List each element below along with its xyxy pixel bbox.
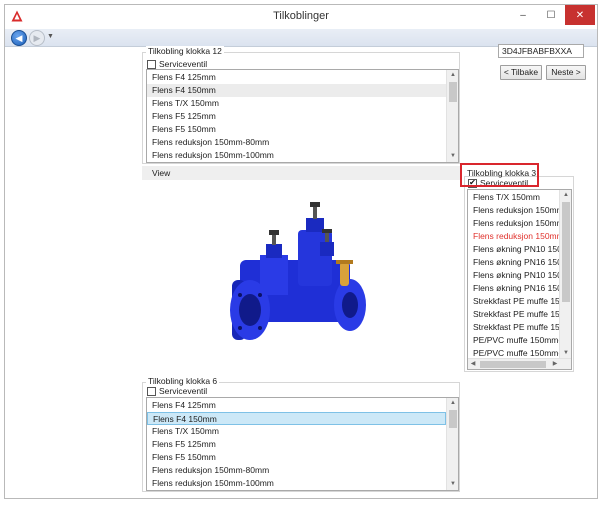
view-panel-header: View: [142, 166, 460, 180]
right-list-hscrollbar[interactable]: ◀ ▶: [468, 358, 571, 369]
list-item[interactable]: Flens F4 125mm: [147, 71, 446, 84]
top-list-scrollbar[interactable]: ▲ ▼: [446, 70, 458, 162]
valve-3d-view[interactable]: [220, 200, 380, 360]
top-service-checkbox[interactable]: [147, 59, 156, 69]
right-list-scrollbar[interactable]: ▲ ▼: [559, 190, 571, 359]
list-item[interactable]: Flens F5 150mm: [147, 451, 446, 464]
list-item[interactable]: Flens T/X 150mm: [147, 97, 446, 110]
bottom-list-scroll-thumb[interactable]: [449, 410, 457, 428]
list-item[interactable]: Flens F5 150mm: [147, 123, 446, 136]
list-item[interactable]: Flens økning PN16 150mm-200mm: [468, 256, 560, 269]
list-item[interactable]: Flens reduksjon 150mm-125mm: [468, 230, 560, 243]
list-item[interactable]: Flens reduksjon 150mm-80mm: [147, 136, 446, 149]
list-item[interactable]: Strekkfast PE muffe 150mm-140mm: [468, 295, 560, 308]
list-item[interactable]: Flens T/X 150mm: [147, 425, 446, 438]
scroll-right-icon[interactable]: ▶: [550, 359, 560, 369]
minimize-button[interactable]: –: [509, 5, 537, 25]
nav-forward-button[interactable]: ▶: [29, 30, 45, 46]
list-item[interactable]: Flens økning PN16 150mm-250mm: [468, 282, 560, 295]
list-item[interactable]: Flens F5 125mm: [147, 438, 446, 451]
right-connection-list[interactable]: PE/PVC muffe 150mm-160mmPE/PVC muffe 150…: [467, 189, 572, 370]
bottom-service-checkbox[interactable]: [147, 386, 156, 396]
scroll-left-icon[interactable]: ◀: [468, 359, 478, 369]
list-item[interactable]: Strekkfast PE muffe 150mm-160mm: [468, 308, 560, 321]
top-service-label: Serviceventil: [159, 59, 208, 69]
list-item[interactable]: PE/PVC muffe 150mm-140mm: [468, 334, 560, 347]
scroll-down-icon[interactable]: ▼: [447, 151, 458, 162]
product-code-field[interactable]: 3D4JFBABFBXXA: [498, 44, 584, 58]
list-item[interactable]: Flens F5 125mm: [147, 110, 446, 123]
bottom-group-label: Tilkobling klokka 6: [146, 376, 220, 386]
scroll-down-icon[interactable]: ▼: [447, 479, 458, 490]
list-item[interactable]: Flens økning PN10 150mm-200mm: [468, 243, 560, 256]
scroll-up-icon[interactable]: ▲: [447, 70, 458, 81]
close-button[interactable]: ✕: [565, 5, 595, 25]
scroll-up-icon[interactable]: ▲: [560, 190, 571, 201]
scroll-up-icon[interactable]: ▲: [447, 398, 458, 409]
top-group-label: Tilkobling klokka 12: [146, 46, 224, 56]
list-item[interactable]: Flens reduksjon 150mm-100mm: [147, 477, 446, 490]
list-item[interactable]: Flens F4 150mm: [147, 84, 446, 97]
list-item[interactable]: Flens reduksjon 150mm-80mm: [468, 204, 560, 217]
bottom-service-label: Serviceventil: [159, 386, 208, 396]
title-bar: Tilkoblinger – ☐ ✕: [5, 5, 597, 29]
list-item[interactable]: Flens F4 150mm: [147, 412, 446, 425]
right-list-scroll-thumb[interactable]: [562, 202, 570, 302]
list-item[interactable]: Flens økning PN10 150mm-250mm: [468, 269, 560, 282]
list-item[interactable]: Flens reduksjon 150mm-100mm: [468, 217, 560, 230]
top-list-scroll-thumb[interactable]: [449, 82, 457, 102]
view-label: View: [152, 168, 171, 178]
bottom-connection-list[interactable]: Flens reduksjon 150mm-100mm Flens reduksj…: [146, 397, 459, 491]
bottom-service-checkbox-row[interactable]: Serviceventil: [147, 386, 207, 396]
bottom-list-scrollbar[interactable]: ▲ ▼: [446, 398, 458, 490]
next-button[interactable]: Neste >: [546, 65, 586, 80]
right-list-hscroll-thumb[interactable]: [480, 361, 546, 368]
list-item[interactable]: Flens F4 125mm: [147, 399, 446, 412]
list-item[interactable]: Flens reduksjon 150mm-100mm: [147, 149, 446, 162]
nav-back-button[interactable]: ◀: [11, 30, 27, 46]
nav-history-dropdown-icon[interactable]: ▼: [47, 33, 54, 40]
list-item[interactable]: Flens T/X 150mm: [468, 191, 560, 204]
list-item[interactable]: Flens reduksjon 150mm-80mm: [147, 464, 446, 477]
list-item[interactable]: Strekkfast PE muffe 150mm-180mm: [468, 321, 560, 334]
back-button[interactable]: < Tilbake: [500, 65, 542, 80]
valve-model-icon: [230, 202, 366, 340]
annotation-highlight-box: [460, 163, 539, 187]
maximize-button[interactable]: ☐: [537, 5, 565, 25]
top-service-checkbox-row[interactable]: Serviceventil: [147, 59, 207, 69]
top-connection-list[interactable]: Flens reduksjon 150mm-100mm Flens reduksj…: [146, 69, 459, 163]
